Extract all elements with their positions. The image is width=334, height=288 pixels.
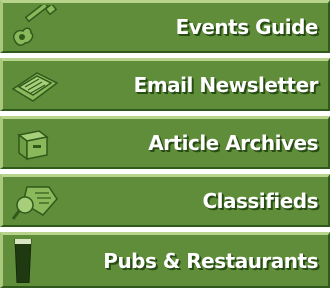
menu-item-label: Email Newsletter bbox=[133, 73, 319, 97]
menu-item-label: Pubs & Restaurants bbox=[103, 248, 318, 273]
menu-item-label: Events Guide bbox=[175, 15, 319, 39]
menu-item-events-guide[interactable]: Events Guide bbox=[0, 0, 330, 53]
archive-box-icon bbox=[17, 130, 49, 161]
pint-glass-icon bbox=[14, 238, 32, 283]
guitar-icon bbox=[12, 5, 58, 46]
menu-item-classifieds[interactable]: Classifieds bbox=[0, 174, 330, 227]
newsletter-icon bbox=[11, 72, 59, 102]
menu-item-label: Article Archives bbox=[148, 131, 318, 155]
nav-menu: Events Guide Email Newsletter Article Ar… bbox=[0, 0, 330, 288]
menu-item-pubs-restaurants[interactable]: Pubs & Restaurants bbox=[0, 232, 330, 288]
menu-item-label: Classifieds bbox=[202, 189, 318, 213]
tag-magnifier-icon bbox=[11, 186, 58, 220]
menu-item-article-archives[interactable]: Article Archives bbox=[0, 116, 330, 169]
menu-item-email-newsletter[interactable]: Email Newsletter bbox=[0, 58, 330, 111]
